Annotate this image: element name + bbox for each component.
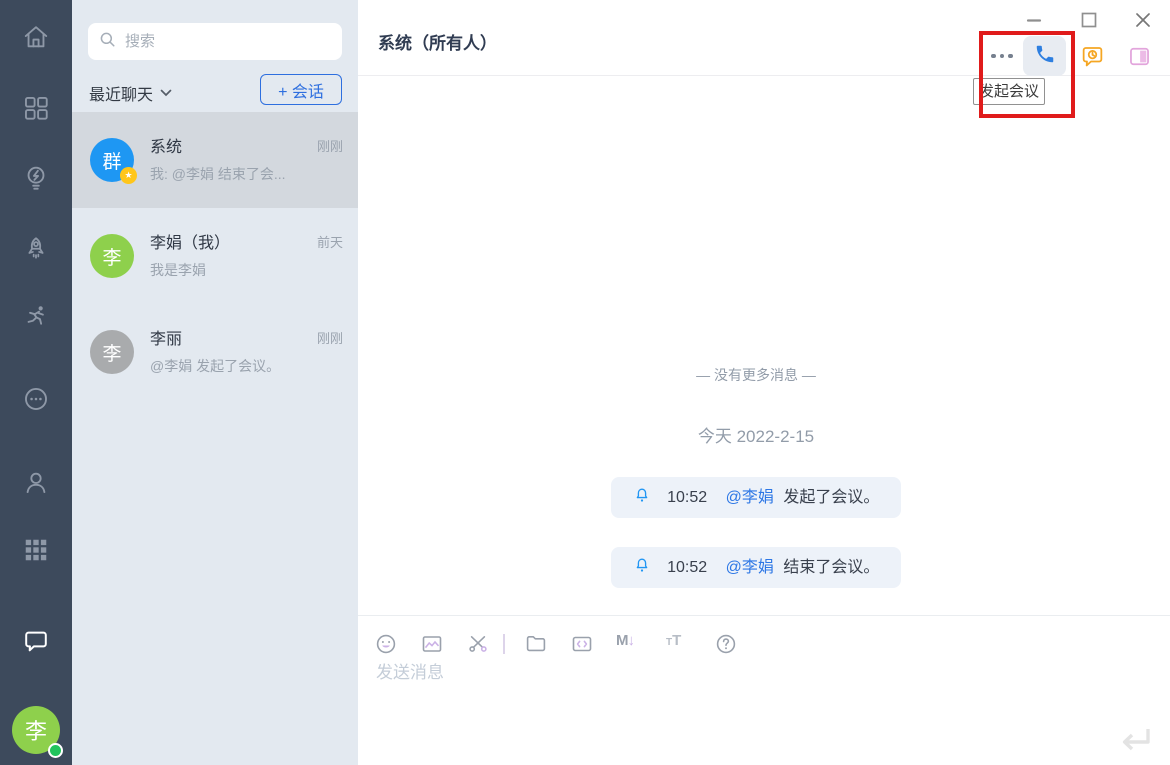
new-conversation-button[interactable]: + 会话 bbox=[260, 74, 342, 105]
app-window: 李 最近聊天 + 会话 群 ★ 系统 刚刚 我: @李娟 结束了会... bbox=[0, 0, 1170, 765]
sidebar-item-apps[interactable] bbox=[22, 94, 50, 122]
system-message: 10:52 @李娟 发起了会议。 bbox=[610, 477, 902, 518]
tooltip: 发起会议 bbox=[973, 78, 1046, 105]
call-icon bbox=[1034, 43, 1056, 70]
rocket-icon bbox=[22, 235, 50, 263]
message-composer bbox=[376, 663, 1076, 683]
idea-icon bbox=[22, 164, 50, 192]
code-icon[interactable] bbox=[570, 632, 594, 656]
chat-item-lijuan[interactable]: 李 李娟（我） 前天 我是李娟 bbox=[72, 208, 358, 304]
message-time: 10:52 bbox=[667, 489, 708, 506]
panel-toggle-icon[interactable] bbox=[1127, 44, 1152, 69]
chat-preview: 我: @李娟 结束了会... bbox=[150, 166, 286, 182]
date-separator: 今天 2022-2-15 bbox=[697, 427, 815, 446]
mention-link[interactable]: @李娟 bbox=[726, 489, 774, 506]
group-avatar: 群 ★ bbox=[90, 138, 137, 184]
system-message-row: 10:52 @李娟 发起了会议。 bbox=[358, 477, 1154, 518]
message-text: 结束了会议。 bbox=[783, 559, 880, 576]
sidebar-item-chat[interactable] bbox=[22, 627, 50, 655]
bell-icon bbox=[633, 558, 651, 579]
nav-rail: 李 bbox=[0, 0, 72, 765]
workbench-icon bbox=[22, 536, 50, 564]
chat-icon bbox=[22, 627, 50, 655]
system-message: 10:52 @李娟 结束了会议。 bbox=[610, 547, 902, 588]
toolbar-separator bbox=[503, 634, 505, 654]
more-circle-icon bbox=[22, 385, 50, 413]
composer-divider bbox=[358, 615, 1170, 616]
chat-item-list: 群 ★ 系统 刚刚 我: @李娟 结束了会... 李 李娟（我） 前天 我是李娟… bbox=[72, 112, 358, 400]
folder-icon[interactable] bbox=[524, 632, 548, 656]
chat-preview: 我是李娟 bbox=[150, 262, 206, 278]
online-status-dot bbox=[48, 743, 63, 758]
apps-icon bbox=[22, 94, 50, 122]
chat-name: 系统 bbox=[150, 139, 183, 156]
mention-link[interactable]: @李娟 bbox=[726, 559, 774, 576]
image-icon[interactable] bbox=[420, 632, 444, 656]
chat-time: 前天 bbox=[316, 235, 343, 250]
font-size-icon[interactable]: TT bbox=[666, 632, 692, 656]
chevron-down-icon bbox=[153, 84, 172, 102]
maximize-icon[interactable] bbox=[1078, 9, 1100, 31]
sidebar-item-activity[interactable] bbox=[22, 303, 50, 331]
message-text: 发起了会议。 bbox=[783, 489, 880, 506]
message-time: 10:52 bbox=[667, 559, 708, 576]
chat-filter-label: 最近聊天 bbox=[89, 87, 154, 104]
chat-list-panel: 最近聊天 + 会话 群 ★ 系统 刚刚 我: @李娟 结束了会... 李 李娟（… bbox=[72, 0, 358, 765]
chat-history-icon[interactable] bbox=[1080, 44, 1105, 69]
search-box[interactable] bbox=[88, 23, 342, 60]
help-icon[interactable] bbox=[714, 632, 738, 656]
home-icon bbox=[22, 23, 50, 51]
sidebar-item-ideas[interactable] bbox=[22, 164, 50, 192]
user-avatar-text: 李 bbox=[24, 719, 47, 744]
chat-time: 刚刚 bbox=[316, 139, 343, 154]
sidebar-item-rocket[interactable] bbox=[22, 235, 50, 263]
chat-preview: @李娟 发起了会议。 bbox=[150, 358, 281, 374]
user-avatar: 李 bbox=[90, 330, 134, 374]
chat-item-system[interactable]: 群 ★ 系统 刚刚 我: @李娟 结束了会... bbox=[72, 112, 358, 208]
emoji-icon[interactable] bbox=[374, 632, 398, 656]
scissors-icon[interactable] bbox=[466, 632, 490, 656]
chat-item-lili[interactable]: 李 李丽 刚刚 @李娟 发起了会议。 bbox=[72, 304, 358, 400]
no-more-messages-label: — 没有更多消息 — bbox=[696, 367, 816, 383]
enter-icon[interactable] bbox=[1116, 725, 1154, 755]
more-actions-icon[interactable] bbox=[987, 50, 1017, 62]
activity-icon bbox=[22, 303, 50, 331]
contacts-icon bbox=[22, 469, 50, 497]
sidebar-item-workbench[interactable] bbox=[22, 536, 50, 564]
message-input[interactable] bbox=[376, 663, 1076, 683]
sidebar-item-more[interactable] bbox=[22, 385, 50, 413]
chat-time: 刚刚 bbox=[316, 331, 343, 346]
system-message-row: 10:52 @李娟 结束了会议。 bbox=[358, 547, 1154, 588]
minimize-icon[interactable] bbox=[1023, 9, 1045, 31]
user-avatar[interactable]: 李 bbox=[12, 706, 63, 758]
star-badge-icon: ★ bbox=[120, 167, 137, 184]
chat-name: 李娟（我） bbox=[150, 235, 231, 252]
sidebar-item-contacts[interactable] bbox=[22, 469, 50, 497]
start-meeting-button[interactable] bbox=[1023, 36, 1066, 76]
markdown-icon[interactable]: M↓ bbox=[616, 632, 644, 656]
chat-filter-dropdown[interactable]: 最近聊天 bbox=[89, 81, 172, 105]
search-input[interactable] bbox=[125, 33, 332, 50]
page-title: 系统（所有人） bbox=[378, 34, 497, 53]
chat-name: 李丽 bbox=[150, 331, 183, 348]
user-avatar: 李 bbox=[90, 234, 134, 278]
close-icon[interactable] bbox=[1132, 9, 1154, 31]
composer-toolbar: M↓ TT bbox=[374, 632, 760, 656]
search-icon bbox=[98, 30, 117, 54]
sidebar-item-home[interactable] bbox=[22, 23, 50, 51]
bell-icon bbox=[633, 488, 651, 509]
